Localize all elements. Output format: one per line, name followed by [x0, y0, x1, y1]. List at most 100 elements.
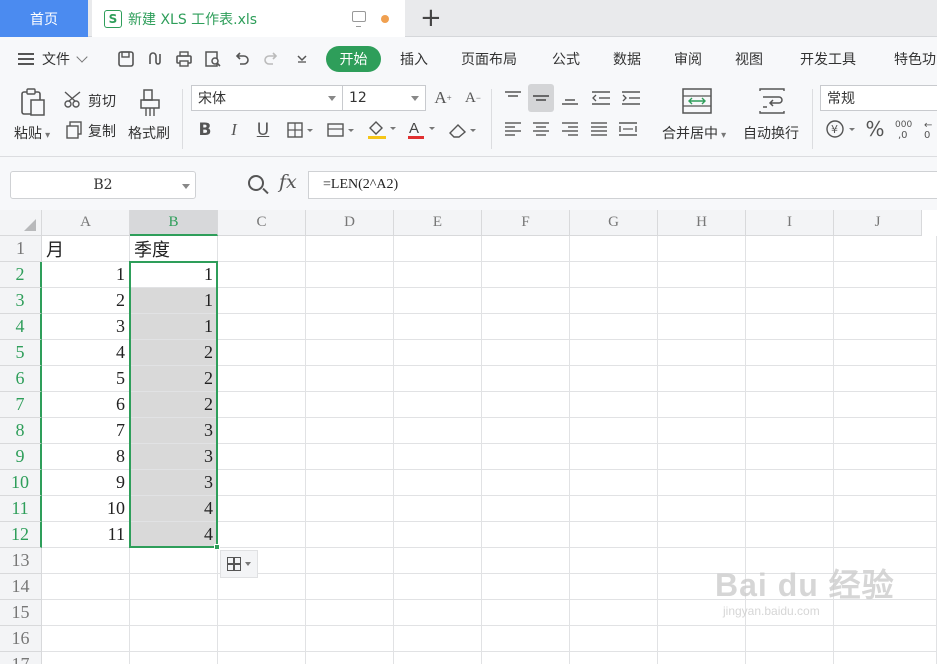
row-header[interactable]: 10	[0, 470, 42, 496]
tab-view[interactable]: 视图	[735, 49, 763, 69]
spreadsheet-grid[interactable]: ABCDEFGHIJ 1 月季度 2 1 1 3 2 1 4 3 1 5 4 2 6 5 2 7 6 2 8 7 3 9 8 3 1…	[0, 210, 937, 664]
cell-empty[interactable]	[482, 522, 570, 548]
more-dropdown-icon[interactable]	[292, 49, 312, 69]
monitor-icon[interactable]	[352, 11, 366, 27]
row-header[interactable]: 6	[0, 366, 42, 392]
cell-empty[interactable]	[306, 548, 394, 574]
cell-empty[interactable]	[394, 652, 482, 664]
cell-empty[interactable]	[746, 262, 834, 288]
decrease-indent-icon[interactable]	[590, 87, 612, 109]
cell-empty[interactable]	[482, 340, 570, 366]
tab-page-layout[interactable]: 页面布局	[461, 49, 517, 69]
cell-b[interactable]: 1	[130, 262, 218, 288]
paste-button[interactable]: 粘贴 ▾	[14, 123, 50, 143]
cell-empty[interactable]	[482, 496, 570, 522]
cell-empty[interactable]	[394, 314, 482, 340]
cell-b[interactable]: 3	[130, 418, 218, 444]
row-header[interactable]: 9	[0, 444, 42, 470]
tab-special[interactable]: 特色功	[894, 49, 936, 69]
cell-empty[interactable]	[394, 236, 482, 262]
cut-button[interactable]: 剪切	[88, 91, 116, 111]
cell-empty[interactable]	[658, 470, 746, 496]
cell-b[interactable]: 2	[130, 366, 218, 392]
undo-icon[interactable]	[232, 49, 252, 69]
cell-empty[interactable]	[834, 392, 937, 418]
name-box[interactable]: B2	[10, 171, 196, 199]
cell-empty[interactable]	[306, 522, 394, 548]
increase-decimal-icon[interactable]: ← 0	[922, 117, 937, 141]
cell-empty[interactable]	[482, 418, 570, 444]
cell-empty[interactable]	[218, 262, 306, 288]
cell-empty[interactable]	[482, 288, 570, 314]
cell-empty[interactable]	[746, 652, 834, 664]
cell-empty[interactable]	[746, 626, 834, 652]
cell-empty[interactable]	[218, 366, 306, 392]
row-header[interactable]: 7	[0, 392, 42, 418]
wrap-text-button[interactable]: 自动换行	[743, 123, 799, 143]
currency-icon[interactable]: ¥	[824, 118, 858, 140]
cell-b[interactable]: 2	[130, 392, 218, 418]
cell-empty[interactable]	[570, 392, 658, 418]
cell-b[interactable]: 4	[130, 522, 218, 548]
tab-developer[interactable]: 开发工具	[800, 49, 856, 69]
cell-empty[interactable]	[658, 236, 746, 262]
cell-empty[interactable]	[482, 314, 570, 340]
cell-empty[interactable]	[570, 652, 658, 664]
percent-icon[interactable]: %	[864, 117, 886, 141]
cell-a[interactable]: 3	[42, 314, 130, 340]
cell-empty[interactable]	[218, 314, 306, 340]
cell-empty[interactable]	[306, 626, 394, 652]
cell-a[interactable]	[42, 548, 130, 574]
cell-empty[interactable]	[394, 496, 482, 522]
cell-empty[interactable]	[746, 288, 834, 314]
cell-empty[interactable]	[218, 236, 306, 262]
cell-a[interactable]	[42, 652, 130, 664]
cell-empty[interactable]	[394, 600, 482, 626]
print-icon[interactable]	[174, 49, 194, 69]
cell-empty[interactable]	[746, 314, 834, 340]
tab-start[interactable]: 开始	[326, 46, 381, 72]
formula-input[interactable]: =LEN(2^A2)	[308, 171, 937, 199]
font-color-icon[interactable]: A	[404, 117, 438, 141]
cell-empty[interactable]	[746, 236, 834, 262]
cell-empty[interactable]	[482, 444, 570, 470]
cell-empty[interactable]	[570, 314, 658, 340]
align-top-icon[interactable]	[502, 87, 524, 109]
cell-empty[interactable]	[306, 418, 394, 444]
row-header[interactable]: 12	[0, 522, 42, 548]
cell-empty[interactable]	[218, 288, 306, 314]
cell-a[interactable]: 7	[42, 418, 130, 444]
cell-empty[interactable]	[570, 340, 658, 366]
cell-empty[interactable]	[306, 236, 394, 262]
cell-empty[interactable]	[570, 236, 658, 262]
cell-empty[interactable]	[394, 262, 482, 288]
increase-indent-icon[interactable]	[620, 87, 642, 109]
row-header[interactable]: 15	[0, 600, 42, 626]
cell-empty[interactable]	[394, 626, 482, 652]
cell-empty[interactable]	[658, 418, 746, 444]
cell-empty[interactable]	[834, 496, 937, 522]
merge-center-button[interactable]: 合并居中 ▾	[662, 123, 726, 143]
cell-empty[interactable]	[746, 340, 834, 366]
cell-empty[interactable]	[482, 652, 570, 664]
cell-empty[interactable]	[834, 626, 937, 652]
cell-empty[interactable]	[306, 340, 394, 366]
tab-data[interactable]: 数据	[613, 49, 641, 69]
cell-empty[interactable]	[306, 288, 394, 314]
tab-formula[interactable]: 公式	[552, 49, 580, 69]
cell-empty[interactable]	[306, 600, 394, 626]
tab-home[interactable]: 首页	[0, 0, 88, 37]
column-header-d[interactable]: D	[306, 210, 394, 236]
cell-empty[interactable]	[658, 522, 746, 548]
cell-b[interactable]: 1	[130, 314, 218, 340]
cell-empty[interactable]	[306, 392, 394, 418]
select-all-corner[interactable]	[0, 210, 42, 236]
cell-empty[interactable]	[834, 470, 937, 496]
row-header[interactable]: 17	[0, 652, 42, 664]
column-header-j[interactable]: J	[834, 210, 922, 236]
save-icon[interactable]	[116, 49, 136, 69]
cell-empty[interactable]	[570, 496, 658, 522]
cell-b[interactable]: 季度	[130, 236, 218, 262]
cell-empty[interactable]	[746, 418, 834, 444]
column-header-b[interactable]: B	[130, 210, 218, 236]
